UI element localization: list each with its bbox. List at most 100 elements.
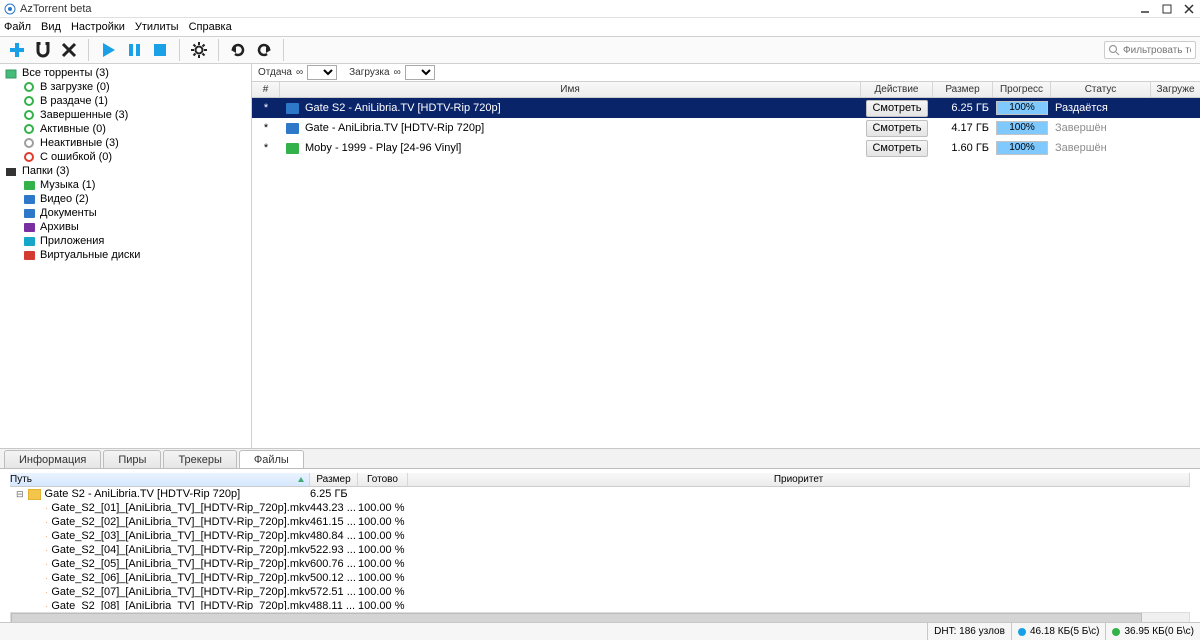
music-icon [286,143,299,154]
remove-button[interactable] [56,37,82,63]
vlc-icon [46,559,47,570]
fcol-size[interactable]: Размер [310,473,358,486]
menu-utilities[interactable]: Утилиты [135,21,179,33]
refresh-back-button[interactable] [225,37,251,63]
sidebar-all-torrents[interactable]: Все торренты (3) [0,66,251,80]
sidebar-folders-root[interactable]: Папки (3) [0,164,251,178]
add-torrent-button[interactable] [4,37,30,63]
file-row[interactable]: Gate_S2_[01]_[AniLibria_TV]_[HDTV-Rip_72… [10,501,1190,515]
download-value: ∞ [394,67,401,78]
folder-icon [22,220,36,234]
sidebar-filter-item[interactable]: Неактивные (3) [0,136,251,150]
watch-button[interactable]: Смотреть [866,100,928,117]
menubar: Файл Вид Настройки Утилиты Справка [0,18,1200,36]
torrent-table-header: # Имя Действие Размер Прогресс Статус За… [252,82,1200,98]
main-panel: Отдача ∞ Загрузка ∞ # Имя Действие Разме… [252,64,1200,448]
search-icon [1108,44,1120,56]
status-icon [22,94,36,108]
sidebar-folder-item[interactable]: Виртуальные диски [0,248,251,262]
col-size[interactable]: Размер [933,82,993,97]
menu-file[interactable]: Файл [4,21,31,33]
sidebar-folder-item[interactable]: Музыка (1) [0,178,251,192]
status-icon [22,150,36,164]
col-status[interactable]: Статус [1051,82,1151,97]
col-idx[interactable]: # [252,82,280,97]
vlc-icon [46,573,47,584]
close-button[interactable] [1182,2,1196,16]
sidebar-filter-item[interactable]: Завершенные (3) [0,108,251,122]
watch-button[interactable]: Смотреть [866,120,928,137]
settings-button[interactable] [186,37,212,63]
watch-button[interactable]: Смотреть [866,140,928,157]
fcol-priority[interactable]: Приоритет [408,473,1190,486]
stop-button[interactable] [147,37,173,63]
maximize-button[interactable] [1160,2,1174,16]
download-limit-select[interactable] [405,65,435,80]
vlc-icon [46,545,47,556]
tab-files[interactable]: Файлы [239,450,304,468]
play-button[interactable] [95,37,121,63]
sidebar-filter-item[interactable]: В раздаче (1) [0,94,251,108]
file-row[interactable]: Gate_S2_[03]_[AniLibria_TV]_[HDTV-Rip_72… [10,529,1190,543]
file-row[interactable]: Gate_S2_[05]_[AniLibria_TV]_[HDTV-Rip_72… [10,557,1190,571]
tab-info[interactable]: Информация [4,450,101,468]
sidebar-folder-item[interactable]: Приложения [0,234,251,248]
sidebar-filter-item[interactable]: С ошибкой (0) [0,150,251,164]
refresh-forward-button[interactable] [251,37,277,63]
col-progress[interactable]: Прогресс [993,82,1051,97]
sidebar-folder-item[interactable]: Документы [0,206,251,220]
fcol-path[interactable]: Путь [10,473,310,486]
sidebar-folder-item[interactable]: Видео (2) [0,192,251,206]
detail-tabs: Информация Пиры Трекеры Файлы [0,448,1200,468]
sidebar-filter-item[interactable]: Активные (0) [0,122,251,136]
menu-view[interactable]: Вид [41,21,61,33]
file-root-row[interactable]: ⊟Gate S2 - AniLibria.TV [HDTV-Rip 720p]6… [10,487,1190,501]
upload-label: Отдача [258,67,292,78]
folder-icon [22,178,36,192]
file-row[interactable]: Gate_S2_[02]_[AniLibria_TV]_[HDTV-Rip_72… [10,515,1190,529]
vlc-icon [46,517,47,528]
col-uploaded[interactable]: Загруже [1151,82,1200,97]
toolbar [0,36,1200,64]
status-icon [22,136,36,150]
vlc-icon [46,531,47,542]
menu-help[interactable]: Справка [189,21,232,33]
fcol-ready[interactable]: Готово [358,473,408,486]
status-down: 46.18 КБ(5 Б\с) [1011,623,1106,640]
file-table-body: ⊟Gate S2 - AniLibria.TV [HDTV-Rip 720p]6… [10,487,1190,609]
toolbar-separator [179,39,180,61]
torrent-table-body: *Gate S2 - AniLibria.TV [HDTV-Rip 720p]С… [252,98,1200,158]
status-dht: DHT: 186 узлов [927,623,1011,640]
col-name[interactable]: Имя [280,82,861,97]
file-row[interactable]: Gate_S2_[07]_[AniLibria_TV]_[HDTV-Rip_72… [10,585,1190,599]
upload-value: ∞ [296,67,303,78]
sort-asc-icon [297,476,305,484]
sidebar-all-label: Все торренты (3) [22,67,109,79]
folder-icon [22,192,36,206]
pause-button[interactable] [121,37,147,63]
tab-peers[interactable]: Пиры [103,450,161,468]
upload-limit-select[interactable] [307,65,337,80]
file-row[interactable]: Gate_S2_[06]_[AniLibria_TV]_[HDTV-Rip_72… [10,571,1190,585]
app-icon [4,3,16,15]
status-icon [22,122,36,136]
sidebar-filter-item[interactable]: В загрузке (0) [0,80,251,94]
folder-icon [22,248,36,262]
torrent-row[interactable]: *Moby - 1999 - Play [24-96 Vinyl]Смотрет… [252,138,1200,158]
statusbar: DHT: 186 узлов 46.18 КБ(5 Б\с) 36.95 КБ(… [0,622,1200,640]
file-row[interactable]: Gate_S2_[04]_[AniLibria_TV]_[HDTV-Rip_72… [10,543,1190,557]
add-magnet-button[interactable] [30,37,56,63]
tab-trackers[interactable]: Трекеры [163,450,236,468]
col-action[interactable]: Действие [861,82,933,97]
minimize-button[interactable] [1138,2,1152,16]
file-row[interactable]: Gate_S2_[08]_[AniLibria_TV]_[HDTV-Rip_72… [10,599,1190,609]
vlc-icon [46,601,47,610]
sidebar-folder-item[interactable]: Архивы [0,220,251,234]
torrent-row[interactable]: *Gate - AniLibria.TV [HDTV-Rip 720p]Смот… [252,118,1200,138]
video-icon [286,103,299,114]
filter-box [1104,41,1196,59]
expand-icon[interactable]: ⊟ [16,489,24,500]
menu-settings[interactable]: Настройки [71,21,125,33]
file-panel: Путь Размер Готово Приоритет ⊟Gate S2 - … [0,468,1200,624]
torrent-row[interactable]: *Gate S2 - AniLibria.TV [HDTV-Rip 720p]С… [252,98,1200,118]
